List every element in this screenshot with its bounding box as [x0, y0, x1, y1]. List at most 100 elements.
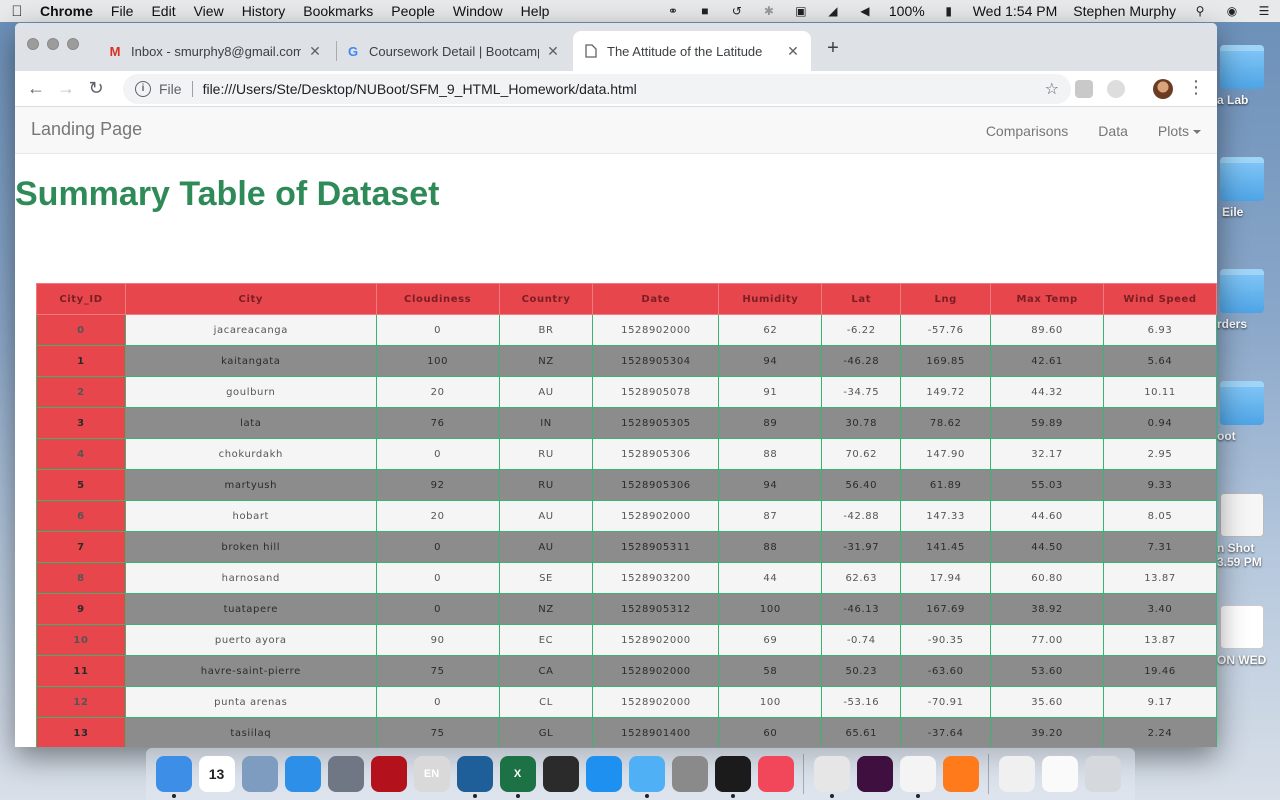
evernote-icon[interactable]: EN [413, 756, 450, 792]
close-tab-icon[interactable]: ✕ [545, 43, 561, 60]
back-arrow-icon[interactable]: ← [21, 78, 51, 99]
table-cell: 17.94 [900, 562, 992, 594]
slack-icon[interactable] [856, 756, 893, 792]
trash-icon[interactable] [1084, 756, 1121, 792]
table-cell: -0.74 [821, 624, 902, 656]
terminal-icon[interactable] [714, 756, 751, 798]
battery-percent[interactable]: 100% [881, 3, 933, 19]
messages-icon[interactable] [628, 756, 665, 798]
volume-icon[interactable]: ◀ [854, 4, 876, 18]
calendar-icon[interactable]: 13 [198, 756, 235, 792]
menu-history[interactable]: History [233, 3, 295, 19]
table-cell: 100 [375, 345, 500, 377]
photo-app-icon[interactable] [542, 756, 579, 792]
menu-help[interactable]: Help [512, 3, 559, 19]
minimize-window-button[interactable] [47, 38, 59, 50]
tab-inbox[interactable]: M Inbox - smurphy8@gmail.com ✕ [97, 31, 333, 71]
table-cell: 89 [718, 407, 823, 439]
app-store-icon[interactable] [585, 756, 622, 792]
new-tab-button[interactable]: + [821, 37, 845, 60]
menu-people[interactable]: People [382, 3, 444, 19]
notification-center-icon[interactable]: ☰ [1253, 4, 1275, 18]
bluetooth-icon[interactable]: ✱ [758, 4, 780, 18]
table-row: 2 goulburn 20 AU 1528905078 91 -34.75 149.72 44.… [36, 376, 1217, 408]
firefox-icon[interactable] [942, 756, 979, 792]
address-bar[interactable]: i File file:///Users/Ste/Desktop/NUBoot/… [123, 74, 1071, 104]
caret-down-icon [1193, 129, 1201, 134]
safari-icon[interactable] [284, 756, 321, 792]
table-cell: 60.80 [990, 562, 1105, 594]
url-text[interactable]: file:///Users/Ste/Desktop/NUBoot/SFM_9_H… [203, 81, 637, 97]
table-cell: 0 [375, 686, 500, 718]
table-cell: 3 [36, 407, 126, 439]
wifi-icon[interactable]: ◢ [822, 4, 844, 18]
notes-icon[interactable] [899, 756, 936, 798]
table-row: 9 tuatapere 0 NZ 1528905312 100 -46.13 167.69 38… [36, 593, 1217, 625]
table-cell: 7 [36, 531, 126, 563]
table-cell: chokurdakh [124, 438, 377, 470]
bookmark-star-icon[interactable]: ☆ [1045, 79, 1059, 99]
launchpad-icon[interactable] [327, 756, 364, 792]
news-icon[interactable] [757, 756, 794, 792]
user-name[interactable]: Stephen Murphy [1065, 3, 1184, 19]
tab-attitude-latitude[interactable]: The Attitude of the Latitude ✕ [573, 31, 811, 71]
window-preview-icon[interactable] [1041, 756, 1078, 792]
table-cell: 5.64 [1103, 345, 1217, 377]
acrobat-icon[interactable] [370, 756, 407, 792]
site-info-icon[interactable]: i [135, 81, 151, 97]
menu-file[interactable]: File [102, 3, 143, 19]
table-cell: 1528905311 [592, 531, 720, 563]
tab-strip: M Inbox - smurphy8@gmail.com ✕ G Coursew… [15, 23, 1217, 71]
forward-arrow-icon[interactable]: → [51, 78, 81, 99]
page-title: Summary Table of Dataset [15, 175, 440, 213]
table-cell: 55.03 [990, 469, 1105, 501]
chrome-icon[interactable] [813, 756, 850, 798]
extension-icon[interactable] [1075, 80, 1093, 98]
table-cell: 59.89 [990, 407, 1105, 439]
more-menu-icon[interactable]: ⋮ [1187, 77, 1205, 98]
nav-dropdown-label: Plots [1157, 122, 1189, 139]
finder-icon[interactable] [155, 756, 192, 798]
table-cell: 12 [36, 686, 126, 718]
navbar-brand-link[interactable]: Landing Page [31, 119, 142, 140]
menu-window[interactable]: Window [444, 3, 512, 19]
preview-icon[interactable] [241, 756, 278, 792]
creative-cloud-icon[interactable]: ⚭ [662, 4, 684, 18]
zoom-window-button[interactable] [67, 38, 79, 50]
battery-icon[interactable]: ▮ [938, 4, 960, 18]
table-cell: 0 [375, 438, 500, 470]
table-cell: 141.45 [900, 531, 992, 563]
reload-icon[interactable]: ↻ [81, 78, 111, 99]
menu-edit[interactable]: Edit [142, 3, 184, 19]
clock[interactable]: Wed 1:54 PM [965, 3, 1066, 19]
table-cell: 4 [36, 438, 126, 470]
extension-icon[interactable] [1107, 80, 1125, 98]
menu-app-name[interactable]: Chrome [34, 3, 102, 19]
menu-view[interactable]: View [185, 3, 233, 19]
table-cell: punta arenas [124, 686, 377, 718]
table-cell: 2.95 [1103, 438, 1217, 470]
display-icon[interactable]: ▣ [790, 4, 812, 18]
nav-link-data[interactable]: Data [1098, 123, 1128, 139]
tab-coursework[interactable]: G Coursework Detail | Bootcamp ✕ [335, 31, 571, 71]
apple-menu-icon[interactable]:  [0, 3, 34, 20]
excel-icon[interactable]: X [499, 756, 536, 798]
nav-dropdown-plots[interactable]: Plots [1158, 123, 1201, 139]
profile-avatar[interactable] [1153, 79, 1173, 99]
spotlight-icon[interactable]: ⚲ [1189, 4, 1211, 18]
close-tab-icon[interactable]: ✕ [785, 43, 801, 60]
close-tab-icon[interactable]: ✕ [307, 43, 323, 60]
menu-bookmarks[interactable]: Bookmarks [294, 3, 382, 19]
system-preferences-icon[interactable] [671, 756, 708, 792]
table-cell: 75 [375, 717, 500, 747]
nav-link-comparisons[interactable]: Comparisons [986, 123, 1068, 139]
vlc-icon[interactable] [998, 756, 1035, 792]
time-machine-icon[interactable]: ↺ [726, 4, 748, 18]
close-window-button[interactable] [27, 38, 39, 50]
bi-icon[interactable]: ■ [694, 4, 716, 18]
table-cell: 60 [718, 717, 823, 747]
siri-icon[interactable]: ◉ [1221, 4, 1243, 18]
table-cell: 89.60 [990, 314, 1105, 346]
vscode-icon[interactable] [456, 756, 493, 798]
table-cell: 88 [718, 531, 823, 563]
